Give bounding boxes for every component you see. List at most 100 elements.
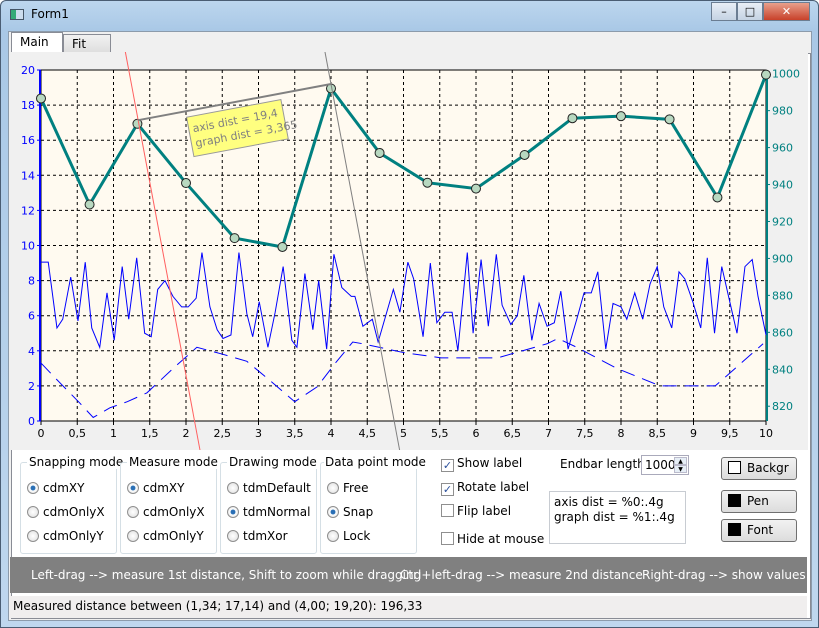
- radio-drawing-tdmnormal[interactable]: tdmNormal: [227, 505, 310, 519]
- radio-measure-cdmonlyx[interactable]: cdmOnlyX: [127, 505, 205, 519]
- color-swatch-icon: [728, 461, 741, 474]
- x-tick-label: 8,5: [649, 427, 667, 440]
- left-tick-label: 20: [21, 64, 35, 77]
- data-point-marker: [422, 177, 433, 188]
- endbar-length-spinner[interactable]: 1000 ▲ ▼: [641, 455, 689, 475]
- x-tick-label: 3,5: [286, 427, 304, 440]
- check-icon: ✓: [441, 483, 454, 496]
- checkbox-label: Rotate label: [457, 480, 530, 494]
- x-tick-label: 9: [690, 427, 697, 440]
- radio-datapoint-lock[interactable]: Lock: [327, 529, 370, 543]
- radio-measure-cdmonlyy[interactable]: cdmOnlyY: [127, 529, 204, 543]
- x-tick-label: 10: [759, 427, 773, 440]
- button-label: Backgr: [747, 461, 789, 475]
- right-tick-label: 860: [772, 326, 793, 339]
- radio-icon: [127, 482, 139, 494]
- tab-fit[interactable]: Fit: [63, 34, 111, 54]
- label-format-textbox[interactable]: axis dist = %0:.4g graph dist = %1:.4g: [549, 491, 686, 544]
- color-swatch-icon: [728, 494, 741, 507]
- font-button[interactable]: Font: [721, 519, 797, 542]
- tab-main[interactable]: Main: [11, 32, 63, 54]
- left-tick-label: 14: [21, 169, 35, 182]
- format-line: axis dist = %0:.4g: [554, 495, 664, 509]
- radio-label: tdmNormal: [243, 505, 311, 519]
- radio-label: Free: [343, 481, 369, 495]
- left-tick-label: 10: [21, 240, 35, 253]
- data-point-marker: [664, 114, 675, 125]
- radio-icon: [327, 506, 339, 518]
- endbar-length-label: Endbar length: [560, 457, 645, 471]
- radio-label: cdmOnlyY: [43, 529, 104, 543]
- radio-label: cdmXY: [143, 481, 185, 495]
- color-swatch-icon: [728, 523, 741, 536]
- data-point-marker: [277, 241, 288, 252]
- radio-drawing-tdmdefault[interactable]: tdmDefault: [227, 481, 311, 495]
- maximize-button[interactable]: □: [737, 2, 763, 21]
- background-color-button[interactable]: Backgr: [721, 457, 797, 480]
- radio-drawing-tdmxor[interactable]: tdmXor: [227, 529, 288, 543]
- radio-snapping-cdmonlyy[interactable]: cdmOnlyY: [27, 529, 104, 543]
- chart[interactable]: 0 0,5 1 1,5 2 2,5 3 3,5 4 4,5 5 5,5 6 6,5 7 7,5 8 8,5 9 9,5…: [10, 52, 808, 450]
- right-tick-label: 900: [772, 252, 793, 265]
- endbar-length-value[interactable]: 1000: [645, 458, 676, 472]
- x-tick-label: 6,5: [504, 427, 522, 440]
- radio-icon: [27, 482, 39, 494]
- data-point-marker: [761, 69, 771, 80]
- right-tick-label: 920: [772, 215, 793, 228]
- show-label-checkbox[interactable]: ✓ Show label: [441, 456, 522, 472]
- data-point-marker: [36, 93, 46, 104]
- data-point-marker: [567, 113, 578, 124]
- group-title: Snapping mode: [27, 455, 126, 469]
- left-tick-label: 16: [21, 134, 35, 147]
- radio-icon: [227, 482, 239, 494]
- hide-at-mouse-up-checkbox[interactable]: Hide at mouse up: [441, 532, 549, 546]
- radio-snapping-cdmxy[interactable]: cdmXY: [27, 481, 84, 495]
- x-tick-label: 1: [110, 427, 117, 440]
- data-point-marker: [229, 233, 240, 244]
- radio-datapoint-snap[interactable]: Snap: [327, 505, 373, 519]
- rotate-label-checkbox[interactable]: ✓ Rotate label: [441, 480, 529, 496]
- radio-measure-cdmxy[interactable]: cdmXY: [127, 481, 184, 495]
- group-title: Drawing mode: [227, 455, 319, 469]
- x-tick-label: 2: [183, 427, 190, 440]
- x-tick-label: 0: [38, 427, 45, 440]
- radio-label: Lock: [343, 529, 371, 543]
- measure-mode-group: Measure mode cdmXY cdmOnlyX cdmOnlyY: [120, 455, 220, 554]
- minimize-button[interactable]: –: [711, 2, 737, 21]
- data-point-mode-group: Data point mode Free Snap Lock: [320, 455, 427, 554]
- radio-snapping-cdmonlyx[interactable]: cdmOnlyX: [27, 505, 105, 519]
- pen-color-button[interactable]: Pen: [721, 490, 797, 513]
- x-tick-label: 1,5: [141, 427, 159, 440]
- right-tick-label: 880: [772, 289, 793, 302]
- data-point-marker: [374, 147, 385, 158]
- right-tick-label: 840: [772, 363, 793, 376]
- x-tick-label: 4: [328, 427, 335, 440]
- x-tick-label: 5,5: [431, 427, 449, 440]
- flip-label-checkbox[interactable]: Flip label: [441, 504, 511, 518]
- left-tick-label: 18: [21, 99, 35, 112]
- radio-icon: [227, 506, 239, 518]
- x-tick-label: 2,5: [214, 427, 232, 440]
- close-button[interactable]: ✕: [763, 2, 810, 21]
- x-tick-label: 8: [618, 427, 625, 440]
- group-title: Data point mode: [324, 455, 427, 469]
- radio-label: cdmOnlyX: [143, 505, 205, 519]
- radio-datapoint-free[interactable]: Free: [327, 481, 368, 495]
- x-tick-label: 7: [545, 427, 552, 440]
- x-tick-label: 6: [473, 427, 480, 440]
- checkbox-label: Flip label: [457, 504, 512, 518]
- format-line: graph dist = %1:.4g: [554, 510, 675, 524]
- x-tick-label: 4,5: [359, 427, 377, 440]
- radio-icon: [127, 530, 139, 542]
- left-tick-label: 12: [21, 204, 35, 217]
- radio-icon: [227, 530, 239, 542]
- radio-icon: [127, 506, 139, 518]
- help-text: Left-drag --> measure 1st distance, Shif…: [31, 568, 422, 582]
- window-title: Form1: [31, 7, 69, 21]
- x-tick-label: 7,5: [576, 427, 594, 440]
- button-label: Pen: [747, 494, 769, 508]
- spin-down-icon[interactable]: ▼: [674, 465, 687, 473]
- left-tick-label: 8: [28, 275, 35, 288]
- right-tick-label: 1000: [772, 68, 800, 81]
- spin-up-icon[interactable]: ▲: [674, 457, 687, 465]
